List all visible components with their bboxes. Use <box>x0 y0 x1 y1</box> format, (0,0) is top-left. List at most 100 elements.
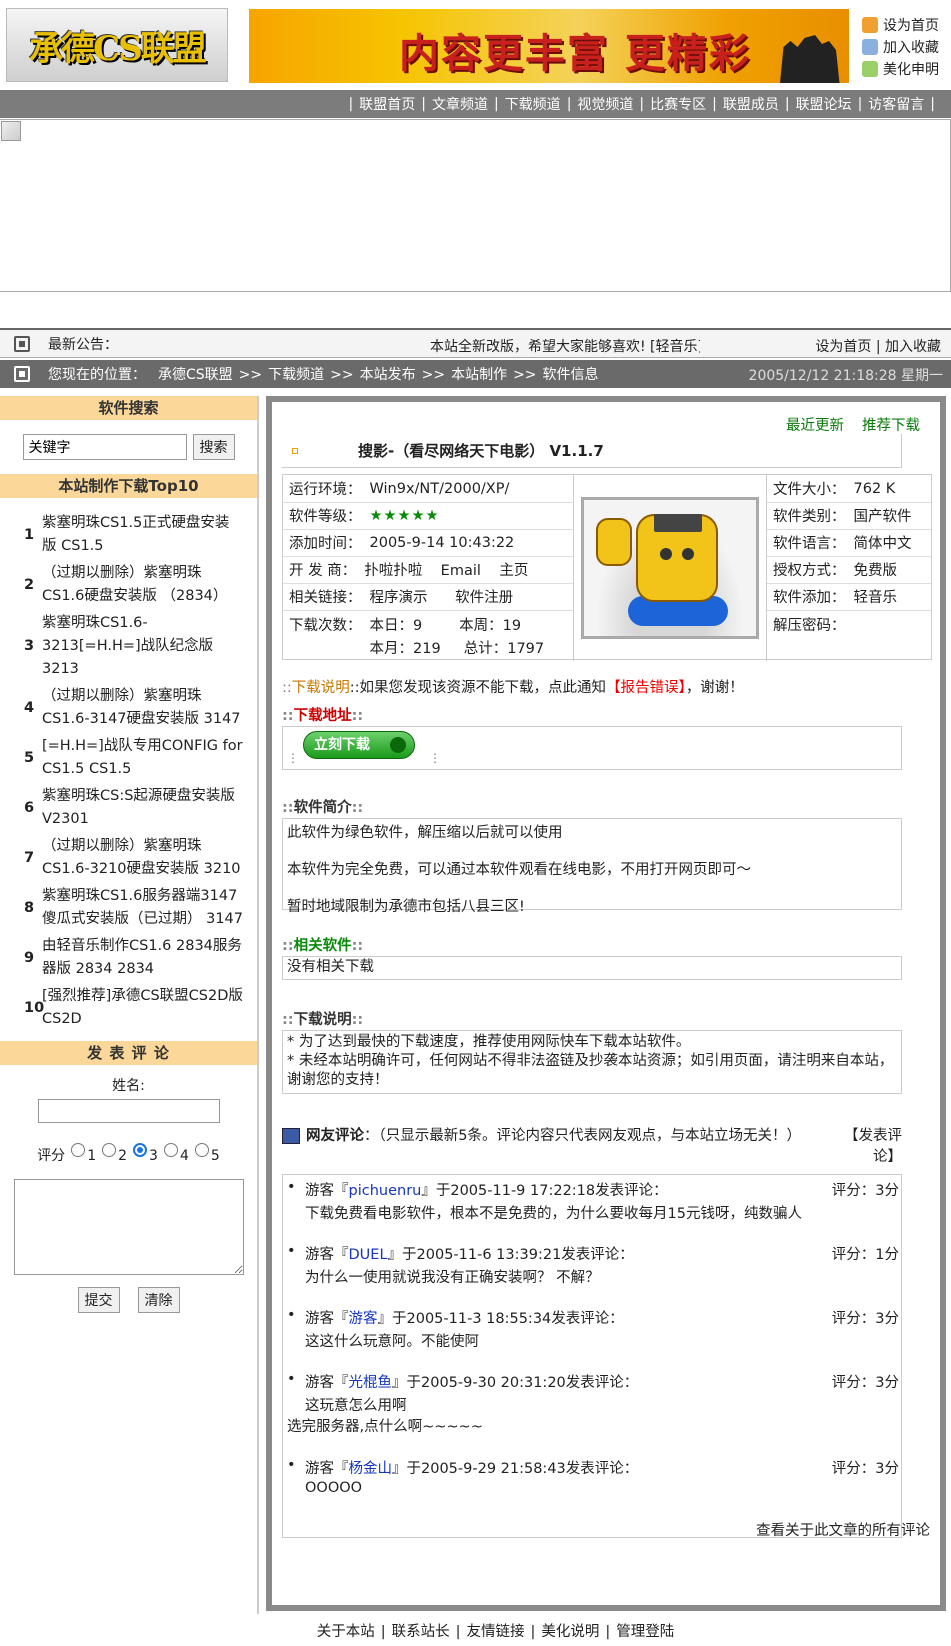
nav-item[interactable]: 下载频道 <box>505 94 561 114</box>
rating-value: 5 <box>210 1148 220 1164</box>
top10-title-link[interactable]: [=H.H=]战队专用CONFIG for CS1.5 CS1.5 <box>42 735 243 781</box>
breadcrumb-item[interactable]: 下载频道 <box>268 367 324 383</box>
notes-heading: ::下载说明:: <box>282 1012 364 1028</box>
post-review-link[interactable]: 【发表评论】 <box>838 1126 902 1168</box>
top10-title-link[interactable]: （过期以删除）紫塞明珠CS1.6-3147硬盘安装版 3147 <box>42 685 243 731</box>
name-input[interactable] <box>37 1099 220 1123</box>
footer-separator: | <box>605 1624 611 1640</box>
rating-option[interactable]: 4 <box>163 1143 189 1164</box>
top10-title-link[interactable]: 紫塞明珠CS:S起源硬盘安装版 V2301 <box>42 785 243 831</box>
info-label: 下载次数： <box>289 618 362 634</box>
review-user-link[interactable]: DUEL <box>349 1247 388 1263</box>
review-prefix: 游客『 <box>305 1183 349 1199</box>
top10-item[interactable]: 8 紫塞明珠CS1.6服务器端3147傻瓜式安装版（已过期） 3147 <box>24 885 243 931</box>
top10-item[interactable]: 7 （过期以删除）紫塞明珠CS1.6-3210硬盘安装版 3210 <box>24 835 243 881</box>
quick-links: 最近更新 推荐下载 <box>768 414 920 435</box>
info-value[interactable]: 扑啦扑啦 Email 主页 <box>364 559 528 580</box>
top10-title-link[interactable]: （过期以删除）紫塞明珠CS1.6-3210硬盘安装版 3210 <box>42 835 243 881</box>
top10-item[interactable]: 1 紫塞明珠CS1.5正式硬盘安装版 CS1.5 <box>24 512 243 558</box>
download-counts: 本日：9 本周：19 本月：219 总计：1797 <box>370 614 545 658</box>
rating-option[interactable]: 5 <box>194 1143 220 1164</box>
set-homepage-link[interactable]: 设为首页 <box>815 339 871 355</box>
info-row: 软件类别： 国产软件 <box>767 502 931 530</box>
radio-icon[interactable] <box>102 1143 117 1157</box>
footer-link[interactable]: 友情链接 <box>467 1624 525 1640</box>
top10-title-link[interactable]: 紫塞明珠CS1.6服务器端3147傻瓜式安装版（已过期） 3147 <box>42 885 243 931</box>
review-user-link[interactable]: 光棍鱼 <box>349 1375 393 1391</box>
down-arrow-icon <box>390 737 406 753</box>
top10-title-link[interactable]: 由轻音乐制作CS1.6 2834服务器版 2834 2834 <box>42 935 243 981</box>
top10-rank: 10 <box>24 999 45 1016</box>
radio-icon[interactable] <box>71 1143 86 1157</box>
rating-stars: ★★★★★ <box>369 507 440 524</box>
top10-item[interactable]: 4 （过期以删除）紫塞明珠CS1.6-3147硬盘安装版 3147 <box>24 685 243 731</box>
nav-separator: | <box>421 96 426 112</box>
footer-link[interactable]: 管理登陆 <box>616 1624 674 1640</box>
nav-item[interactable]: 联盟成员 <box>723 94 779 114</box>
search-button[interactable]: 搜索 <box>192 434 235 460</box>
radio-icon[interactable] <box>163 1143 178 1157</box>
submit-button[interactable]: 提交 <box>77 1287 120 1313</box>
add-favorite-link[interactable]: 加入收藏 <box>885 339 941 355</box>
footer-separator: | <box>380 1624 386 1640</box>
notice-marquee[interactable]: 本站全新改版，希望大家能够喜欢! [轻音乐] <box>430 336 700 356</box>
breadcrumb-item[interactable]: 本站制作 <box>451 367 507 383</box>
rating-option[interactable]: 1 <box>71 1143 96 1164</box>
top10-item[interactable]: 9 由轻音乐制作CS1.6 2834服务器版 2834 2834 <box>24 935 243 981</box>
report-error-link[interactable]: 【报告错误】 <box>606 680 686 696</box>
download-help-link[interactable]: 下载说明 <box>292 680 350 696</box>
top10-item[interactable]: 2 （过期以删除）紫塞明珠CS1.6硬盘安装版 （2834） <box>24 562 243 608</box>
top10-item[interactable]: 5 [=H.H=]战队专用CONFIG for CS1.5 CS1.5 <box>24 735 243 781</box>
top10-rank: 5 <box>24 749 35 766</box>
breadcrumb-separator: >> <box>421 367 446 383</box>
reviews-header: 网友评论：（只显示最新5条。评论内容只代表网友观点，与本站立场无关！） 【发表评… <box>282 1126 902 1165</box>
rating-option[interactable]: 3 <box>133 1143 158 1164</box>
footer-link[interactable]: 美化说明 <box>541 1624 599 1640</box>
review-meta: 游客『DUEL』于2005-11-6 13:39:21发表评论： 评分：1分 <box>283 1243 901 1264</box>
review-score: 评分：1分 <box>831 1247 899 1263</box>
top10-title-link[interactable]: （过期以删除）紫塞明珠CS1.6硬盘安装版 （2834） <box>42 562 243 608</box>
beautify-statement-link[interactable]: 美化申明 <box>862 58 951 80</box>
nav-item[interactable]: 联盟论坛 <box>796 94 852 114</box>
review-user-link[interactable]: 杨金山 <box>349 1461 393 1477</box>
recent-updates-link[interactable]: 最近更新 <box>786 418 844 434</box>
info-value[interactable]: 程序演示 软件注册 <box>370 586 514 607</box>
nav-item[interactable]: 文章频道 <box>432 94 488 114</box>
rating-option[interactable]: 2 <box>102 1143 127 1164</box>
clear-button[interactable]: 清除 <box>137 1287 180 1313</box>
paint-icon <box>862 61 878 77</box>
breadcrumb-item[interactable]: 承德CS联盟 <box>158 367 233 383</box>
download-now-button[interactable]: 立刻下载 <box>303 731 415 759</box>
nav-item[interactable]: 视觉频道 <box>577 94 633 114</box>
nav-item[interactable]: 访客留言 <box>868 94 924 114</box>
top-banner[interactable]: 内容更丰富 更精彩 <box>249 9 849 83</box>
footer-link[interactable]: 联系站长 <box>392 1624 450 1640</box>
top10-title-link[interactable]: 紫塞明珠CS1.6-3213[=H.H=]战队纪念版 3213 <box>42 612 243 681</box>
site-logo[interactable]: 承德CS联盟 <box>6 8 228 82</box>
nav-item[interactable]: 联盟首页 <box>359 94 415 114</box>
top10-item[interactable]: 10 [强烈推荐]承德CS联盟CS2D版 CS2D <box>24 985 243 1031</box>
top10-title: 本站制作下载Top10 <box>0 474 257 498</box>
info-row: 相关链接： 程序演示 软件注册 <box>283 583 573 611</box>
review-user-link[interactable]: 游客 <box>349 1311 378 1327</box>
top10-rank: 6 <box>24 799 35 816</box>
top10-title-link[interactable]: 紫塞明珠CS1.5正式硬盘安装版 CS1.5 <box>42 512 243 558</box>
breadcrumb-item[interactable]: 本站发布 <box>360 367 416 383</box>
top10-item[interactable]: 3 紫塞明珠CS1.6-3213[=H.H=]战队纪念版 3213 <box>24 612 243 681</box>
top10-title-link[interactable]: [强烈推荐]承德CS联盟CS2D版 CS2D <box>42 985 243 1031</box>
top10-item[interactable]: 6 紫塞明珠CS:S起源硬盘安装版 V2301 <box>24 785 243 831</box>
radio-icon[interactable] <box>133 1143 148 1157</box>
all-reviews-link[interactable]: 查看关于此文章的所有评论 <box>756 1519 930 1540</box>
footer-link[interactable]: 关于本站 <box>317 1624 375 1640</box>
breadcrumb-item[interactable]: 软件信息 <box>543 367 599 383</box>
keyword-input[interactable] <box>22 434 187 460</box>
comment-textarea[interactable] <box>13 1179 244 1275</box>
review-user-link[interactable]: pichuenru <box>349 1183 422 1199</box>
recommend-link[interactable]: 推荐下载 <box>862 418 920 434</box>
nav-item[interactable]: 比赛专区 <box>650 94 706 114</box>
set-homepage-link[interactable]: 设为首页 <box>862 14 951 36</box>
info-row: 添加时间： 2005-9-14 10:43:22 <box>283 529 573 557</box>
review-prefix: 游客『 <box>305 1375 349 1391</box>
add-favorite-link[interactable]: 加入收藏 <box>862 36 951 58</box>
radio-icon[interactable] <box>194 1143 209 1157</box>
